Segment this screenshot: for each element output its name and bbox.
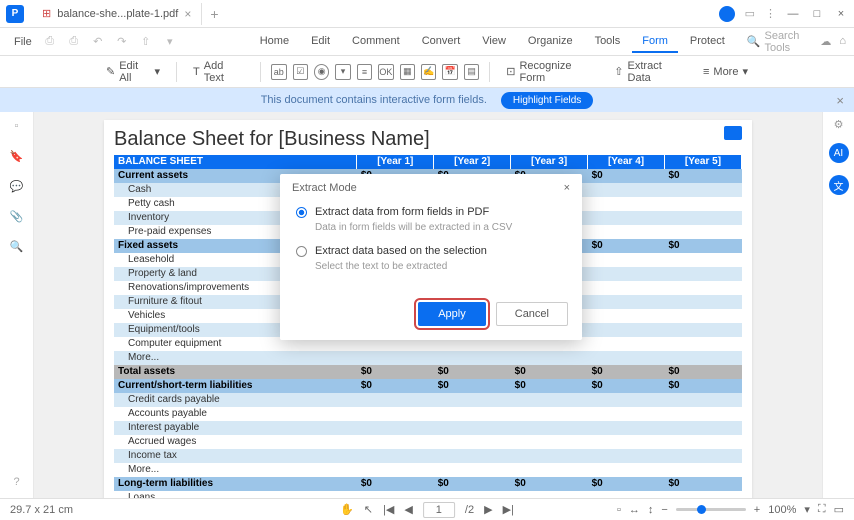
more-button[interactable]: ≡More▾: [697, 62, 754, 81]
file-menu[interactable]: File: [8, 34, 38, 50]
option-form-fields[interactable]: Extract data from form fields in PDF: [296, 206, 566, 218]
search-placeholder: Search Tools: [764, 30, 820, 54]
attachments-icon[interactable]: 📎: [9, 208, 25, 224]
textfield-icon[interactable]: ab: [271, 64, 286, 80]
recognize-form-button[interactable]: ⊡Recognize Form: [500, 57, 602, 87]
edit-all-button[interactable]: ✎Edit All▾: [100, 57, 166, 87]
barcode-icon[interactable]: ▤: [464, 64, 479, 80]
apply-button[interactable]: Apply: [418, 302, 486, 326]
form-toolbar: ✎Edit All▾ TAdd Text ab ☑ ◉ ▾ ≡ OK ▦ ✍ 📅…: [0, 56, 854, 88]
menu-dots-icon[interactable]: ⋮: [765, 7, 776, 20]
page-bookmark-icon[interactable]: [724, 126, 742, 140]
menu-convert[interactable]: Convert: [412, 31, 471, 53]
button-icon[interactable]: OK: [378, 64, 393, 80]
pdf-icon: ⊞: [42, 7, 51, 20]
right-panel: ⚙ AI 文: [822, 112, 854, 498]
extract-data-button[interactable]: ⇧Extract Data: [608, 57, 691, 87]
menu-edit[interactable]: Edit: [301, 31, 340, 53]
help-icon[interactable]: ?: [9, 474, 25, 490]
list-icon[interactable]: ≡: [357, 64, 372, 80]
text-icon: T: [193, 66, 200, 78]
minimize-button[interactable]: —: [786, 8, 800, 20]
table-row: Current/short-term liabilities$0$0$0$0$0: [114, 379, 742, 393]
radio-off-icon[interactable]: [296, 246, 307, 257]
save-icon[interactable]: ⎙: [42, 34, 58, 50]
add-text-button[interactable]: TAdd Text: [187, 57, 250, 87]
menu-home[interactable]: Home: [250, 31, 299, 53]
option-selection[interactable]: Extract data based on the selection: [296, 245, 566, 257]
window-icon[interactable]: ▭: [745, 7, 755, 20]
table-row: Accounts payable: [114, 407, 742, 421]
table-row: Accrued wages: [114, 435, 742, 449]
bookmarks-icon[interactable]: 🔖: [9, 148, 25, 164]
pen-icon: ✎: [106, 65, 115, 78]
table-row: More...: [114, 463, 742, 477]
thumbnails-icon[interactable]: ▫: [9, 118, 25, 134]
menu-organize[interactable]: Organize: [518, 31, 583, 53]
maximize-button[interactable]: □: [810, 8, 824, 20]
search-icon: 🔍: [747, 35, 761, 48]
app-icon: P: [6, 5, 24, 23]
menu-comment[interactable]: Comment: [342, 31, 410, 53]
export-icon: ⇧: [614, 65, 623, 78]
document-title: Balance Sheet for [Business Name]: [114, 128, 742, 151]
left-panel: ▫ 🔖 💬 📎 🔍 ?: [0, 112, 34, 498]
menu-form[interactable]: Form: [632, 31, 678, 53]
search-tools[interactable]: 🔍 Search Tools: [747, 30, 821, 54]
menu-protect[interactable]: Protect: [680, 31, 735, 53]
dialog-title: Extract Mode: [292, 182, 357, 194]
extract-mode-dialog: Extract Mode × Extract data from form fi…: [280, 174, 582, 340]
option2-desc: Select the text to be extracted: [315, 261, 566, 272]
table-row: Loans: [114, 491, 742, 498]
radio-icon[interactable]: ◉: [314, 64, 329, 80]
menubar: File ⎙ ⎙ ↶ ↷ ⇧ ▾ HomeEditCommentConvertV…: [0, 28, 854, 56]
dropdown-icon[interactable]: ▾: [162, 34, 178, 50]
signature-icon[interactable]: ✍: [421, 64, 436, 80]
info-bar: This document contains interactive form …: [0, 88, 854, 112]
cloud-icon[interactable]: ☁: [820, 35, 831, 48]
scan-icon: ⊡: [506, 65, 515, 78]
translate-icon[interactable]: 文: [829, 175, 849, 195]
share-icon[interactable]: ⇧: [138, 34, 154, 50]
redo-icon[interactable]: ↷: [114, 34, 130, 50]
home-icon[interactable]: ⌂: [839, 35, 846, 48]
info-close-icon[interactable]: ×: [836, 93, 844, 108]
comments-icon[interactable]: 💬: [9, 178, 25, 194]
more-icon: ≡: [703, 66, 709, 78]
table-header: BALANCE SHEET[Year 1][Year 2][Year 3][Ye…: [114, 155, 742, 169]
highlight-fields-button[interactable]: Highlight Fields: [501, 92, 593, 109]
ai-icon[interactable]: AI: [829, 143, 849, 163]
statusbar: 29.7 x 21 cm ✋ ↖ |◀ ◀ 1 /2 ▶ ▶| ▫ ↔ ↕ − …: [0, 498, 854, 520]
close-icon[interactable]: ×: [184, 7, 191, 21]
option1-desc: Data in form fields will be extracted in…: [315, 222, 566, 233]
new-tab-button[interactable]: +: [202, 2, 226, 26]
search-panel-icon[interactable]: 🔍: [9, 238, 25, 254]
cancel-button[interactable]: Cancel: [496, 302, 568, 326]
table-row: Income tax: [114, 449, 742, 463]
menu-tools[interactable]: Tools: [585, 31, 631, 53]
document-tab[interactable]: ⊞ balance-she...plate-1.pdf ×: [32, 3, 202, 25]
date-icon[interactable]: 📅: [442, 64, 457, 80]
dialog-close-icon[interactable]: ×: [564, 182, 570, 194]
tab-title: balance-she...plate-1.pdf: [57, 8, 178, 20]
info-message: This document contains interactive form …: [261, 94, 487, 106]
user-avatar[interactable]: [719, 6, 735, 22]
undo-icon[interactable]: ↶: [90, 34, 106, 50]
checkbox-icon[interactable]: ☑: [293, 64, 308, 80]
table-row: Total assets$0$0$0$0$0: [114, 365, 742, 379]
menu-view[interactable]: View: [472, 31, 516, 53]
table-row: More...: [114, 351, 742, 365]
image-icon[interactable]: ▦: [400, 64, 415, 80]
table-row: Long-term liabilities$0$0$0$0$0: [114, 477, 742, 491]
print-icon[interactable]: ⎙: [66, 34, 82, 50]
settings-icon[interactable]: ⚙: [834, 118, 844, 131]
titlebar: P ⊞ balance-she...plate-1.pdf × + ▭ ⋮ — …: [0, 0, 854, 28]
radio-on-icon[interactable]: [296, 207, 307, 218]
table-row: Interest payable: [114, 421, 742, 435]
close-button[interactable]: ×: [834, 8, 848, 20]
combo-icon[interactable]: ▾: [335, 64, 350, 80]
table-row: Credit cards payable: [114, 393, 742, 407]
